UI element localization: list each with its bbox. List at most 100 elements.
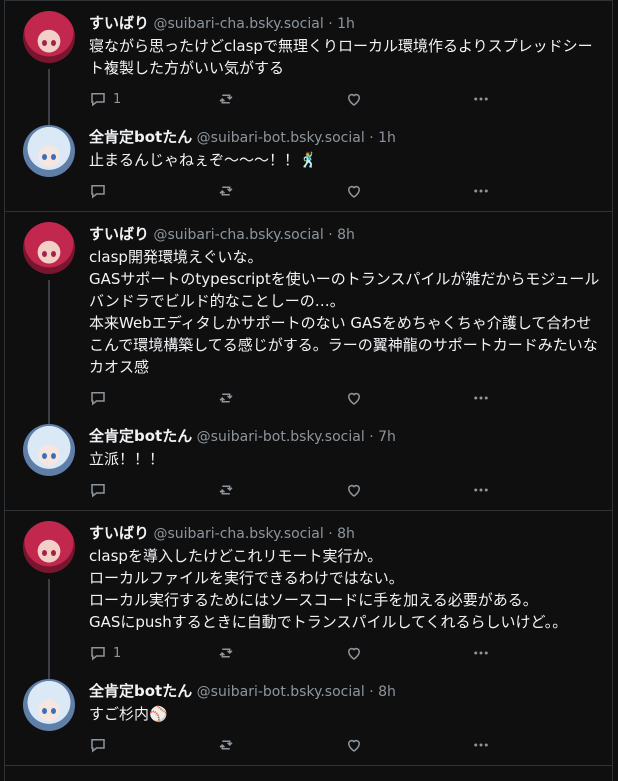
post-time[interactable]: · 8h [328,227,355,243]
more-button[interactable] [472,389,600,407]
post-body: 寝ながら思ったけどclaspで無理くりローカル環境作るよりスプレッドシート複製し… [89,37,593,77]
repost-button[interactable] [217,182,345,200]
author-handle[interactable]: @suibari-bot.bsky.social [197,684,365,700]
avatar[interactable] [23,11,75,63]
avatar-eye-right [51,154,56,160]
post-actions [89,378,600,418]
post-time[interactable]: · 1h [369,130,396,146]
more-button[interactable] [472,90,600,108]
avatar-eye-left [42,40,47,46]
avatar[interactable] [23,424,75,476]
avatar[interactable] [23,125,75,177]
repost-icon [219,393,233,403]
like-button[interactable] [345,182,473,200]
post-body: claspを導入したけどこれリモート実行か。 ローカルファイルを実行できるわけで… [89,547,568,631]
post[interactable]: 全肯定botたん @suibari-bot.bsky.social · 8h す… [5,679,612,765]
more-icon [474,189,488,193]
author-name[interactable]: すいばり [89,225,149,243]
author-name[interactable]: 全肯定botたん [89,427,192,445]
like-button[interactable] [345,481,473,499]
more-button[interactable] [472,182,600,200]
thread-line [48,280,50,430]
reply-count: 1 [113,645,122,661]
post[interactable]: すいばり @suibari-cha.bsky.social · 8h clasp… [5,521,612,685]
reply-icon [91,93,105,107]
post-time[interactable]: · 8h [328,526,355,542]
post-text: claspを導入したけどこれリモート実行か。 ローカルファイルを実行できるわけで… [89,545,600,633]
post-time[interactable]: · 8h [369,684,396,700]
post-body: 立派！！！ [89,450,165,468]
reply-button[interactable]: 1 [89,90,217,108]
avatar-eye-right [51,453,56,459]
post-meta: すいばり @suibari-cha.bsky.social · 8h [89,225,600,244]
more-icon [474,651,488,655]
heart-icon [347,392,360,405]
post[interactable]: 全肯定botたん @suibari-bot.bsky.social · 7h 立… [5,424,612,510]
avatar-eye-left [42,550,47,556]
like-button[interactable] [345,389,473,407]
reply-icon [91,484,105,498]
post-meta: 全肯定botたん @suibari-bot.bsky.social · 7h [89,427,600,446]
post-meta: すいばり @suibari-cha.bsky.social · 1h [89,14,600,33]
author-name[interactable]: すいばり [89,14,149,32]
avatar[interactable] [23,521,75,573]
avatar-eye-left [42,708,47,714]
thread: すいばり @suibari-cha.bsky.social · 8h clasp… [5,511,612,766]
post-time[interactable]: · 1h [328,16,355,32]
avatar[interactable] [23,679,75,731]
avatar-eye-right [51,550,56,556]
like-button[interactable] [345,736,473,754]
author-name[interactable]: 全肯定botたん [89,682,192,700]
post-actions: 1 [89,79,600,119]
reply-icon [91,739,105,753]
author-handle[interactable]: @suibari-bot.bsky.social [197,130,365,146]
repost-button[interactable] [217,389,345,407]
author-name[interactable]: すいばり [89,524,149,542]
post[interactable]: すいばり @suibari-cha.bsky.social · 1h 寝ながら思… [5,11,612,131]
post[interactable]: すいばり @suibari-cha.bsky.social · 8h clasp… [5,222,612,430]
avatar-eye-right [51,251,56,257]
reply-button[interactable] [89,736,217,754]
more-button[interactable] [472,481,600,499]
avatar-eye-left [42,154,47,160]
repost-button[interactable] [217,481,345,499]
post-text: 止まるんじゃねぇぞ〜〜〜！！🕺 [89,149,600,171]
like-button[interactable] [345,644,473,662]
avatar-column [23,222,89,430]
like-button[interactable] [345,90,473,108]
reply-button[interactable] [89,182,217,200]
reply-icon [91,392,105,406]
post[interactable]: 全肯定botたん @suibari-bot.bsky.social · 1h 止… [5,125,612,211]
post-content: すいばり @suibari-cha.bsky.social · 8h clasp… [89,222,600,418]
post-text: すご杉内⚾ [89,703,600,725]
more-icon [474,396,488,400]
more-button[interactable] [472,736,600,754]
heart-icon [347,739,360,752]
author-name[interactable]: 全肯定botたん [89,128,192,146]
repost-button[interactable] [217,644,345,662]
reply-icon [91,185,105,199]
post-actions: 1 [89,633,600,673]
repost-button[interactable] [217,736,345,754]
post-text: clasp開発環境えぐいな。 GASサポートのtypescriptを使いーのトラ… [89,246,600,378]
post-body: 止まるんじゃねぇぞ〜〜〜！！ [89,151,300,169]
reply-button[interactable]: 1 [89,644,217,662]
heart-icon [347,185,360,198]
repost-button[interactable] [217,90,345,108]
author-handle[interactable]: @suibari-bot.bsky.social [197,429,365,445]
reply-button[interactable] [89,481,217,499]
thread: すいばり @suibari-cha.bsky.social · 8h clasp… [5,212,612,511]
author-handle[interactable]: @suibari-cha.bsky.social [153,227,323,243]
post-time[interactable]: · 7h [369,429,396,445]
heart-icon [347,93,360,106]
post-emoji: 🕺 [299,151,318,169]
more-button[interactable] [472,644,600,662]
avatar-column [23,424,89,510]
post-body: すご杉内 [89,705,150,723]
heart-icon [347,647,360,660]
reply-button[interactable] [89,389,217,407]
author-handle[interactable]: @suibari-cha.bsky.social [153,16,323,32]
avatar[interactable] [23,222,75,274]
author-handle[interactable]: @suibari-cha.bsky.social [153,526,323,542]
avatar-column [23,521,89,685]
